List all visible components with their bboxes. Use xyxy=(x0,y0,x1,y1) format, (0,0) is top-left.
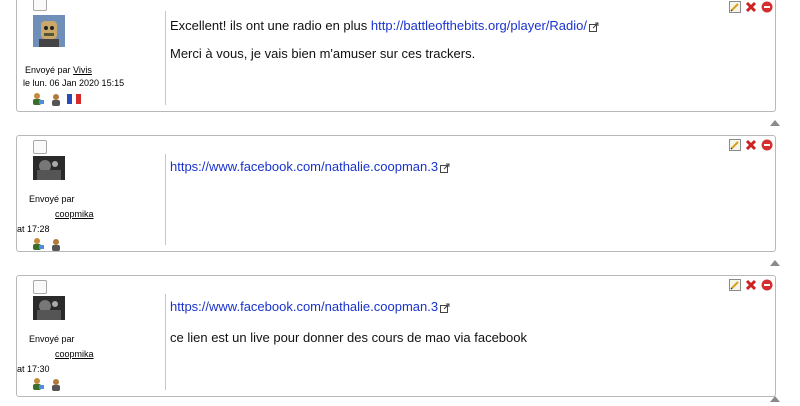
remove-icon[interactable] xyxy=(761,139,773,151)
user-icons xyxy=(31,92,81,109)
delete-icon[interactable] xyxy=(745,1,757,13)
edit-icon[interactable] xyxy=(729,1,741,13)
sender-prefix: Envoyé par xyxy=(25,65,71,75)
user-profile-icon[interactable] xyxy=(31,237,45,254)
user-panel: Envoyé par coopmika at 17:28 xyxy=(17,136,167,251)
sender-line: Envoyé par Vivis xyxy=(25,65,92,75)
external-link-icon[interactable] xyxy=(588,20,599,36)
delete-icon[interactable] xyxy=(745,139,757,151)
edit-icon[interactable] xyxy=(729,139,741,151)
avatar[interactable] xyxy=(33,15,65,47)
delete-icon[interactable] xyxy=(745,279,757,291)
french-flag-icon xyxy=(67,94,81,107)
post-2: Envoyé par coopmika at 17:28 https://www… xyxy=(16,135,776,252)
post-date: at 17:30 xyxy=(17,364,50,374)
user-icons xyxy=(31,377,63,394)
remove-icon[interactable] xyxy=(761,1,773,13)
remove-icon[interactable] xyxy=(761,279,773,291)
user-message-icon[interactable] xyxy=(49,92,63,109)
post-line: https://www.facebook.com/nathalie.coopma… xyxy=(170,299,450,317)
scroll-top-icon[interactable] xyxy=(770,118,780,130)
post-line: Merci à vous, je vais bien m'amuser sur … xyxy=(170,46,475,62)
user-message-icon[interactable] xyxy=(49,237,63,254)
user-message-icon[interactable] xyxy=(49,377,63,394)
avatar[interactable] xyxy=(33,296,65,320)
external-link-icon[interactable] xyxy=(440,161,450,177)
post-actions xyxy=(729,279,773,291)
author-name[interactable]: coopmika xyxy=(55,209,94,219)
user-panel: Envoyé par coopmika at 17:30 xyxy=(17,276,167,396)
post-3: Envoyé par coopmika at 17:30 https://www… xyxy=(16,275,776,397)
user-profile-icon[interactable] xyxy=(31,377,45,394)
author-name[interactable]: Vivis xyxy=(73,65,92,75)
post-line: ce lien est un live pour donner des cour… xyxy=(170,330,527,346)
post-actions xyxy=(729,1,773,13)
post-actions xyxy=(729,139,773,151)
sender-prefix: Envoyé par xyxy=(29,194,75,204)
external-link-icon[interactable] xyxy=(440,301,450,317)
post-date: le lun. 06 Jan 2020 15:15 xyxy=(23,78,125,88)
post-link[interactable]: https://www.facebook.com/nathalie.coopma… xyxy=(170,299,438,314)
post-line: Excellent! ils ont une radio en plus htt… xyxy=(170,18,599,36)
author-name[interactable]: coopmika xyxy=(55,349,94,359)
edit-icon[interactable] xyxy=(729,279,741,291)
sender-prefix: Envoyé par xyxy=(29,334,75,344)
avatar[interactable] xyxy=(33,156,65,180)
scroll-top-icon[interactable] xyxy=(770,258,780,270)
post-text: Merci à vous, je vais bien m'amuser sur … xyxy=(170,46,476,61)
post-text: ce lien est un live pour donner des cour… xyxy=(170,330,527,345)
post-text: Excellent! ils ont une radio en plus xyxy=(170,18,371,33)
post-line: https://www.facebook.com/nathalie.coopma… xyxy=(170,159,450,177)
user-icons xyxy=(31,237,63,254)
user-panel: Envoyé par Vivis le lun. 06 Jan 2020 15:… xyxy=(17,0,167,111)
user-profile-icon[interactable] xyxy=(31,92,45,109)
post-link[interactable]: https://www.facebook.com/nathalie.coopma… xyxy=(170,159,438,174)
post-1: Envoyé par Vivis le lun. 06 Jan 2020 15:… xyxy=(16,0,776,112)
post-link[interactable]: http://battleofthebits.org/player/Radio/ xyxy=(371,18,587,33)
scroll-top-icon[interactable] xyxy=(770,394,780,406)
post-date: at 17:28 xyxy=(17,224,50,234)
